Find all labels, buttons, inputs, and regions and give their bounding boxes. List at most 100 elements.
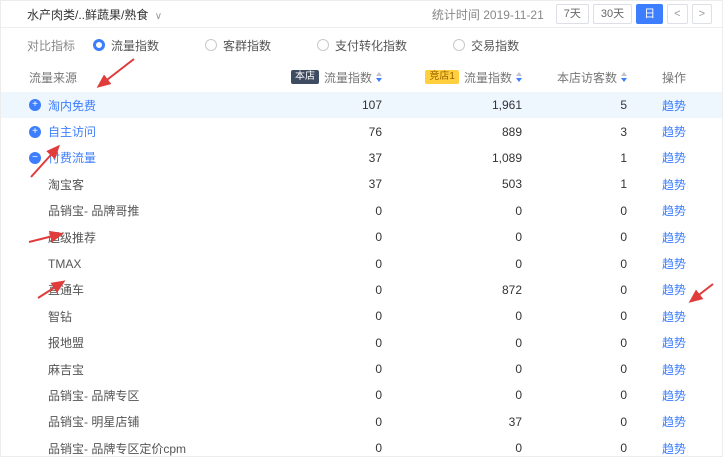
own-index-value: 0 (287, 336, 382, 350)
visitors-value: 0 (522, 204, 627, 218)
source-cell: 麻吉宝 (1, 361, 287, 378)
source-name: 品销宝- 品牌哥推 (48, 202, 139, 219)
trend-link[interactable]: 趋势 (662, 125, 686, 139)
own-index-value: 76 (287, 125, 382, 139)
competitor-metric-label: 流量指数 (464, 69, 512, 86)
radio-label: 交易指数 (471, 37, 519, 54)
source-cell: 智钻 (1, 308, 287, 325)
own-index-value: 107 (287, 98, 382, 112)
filter-label: 对比指标 (27, 37, 75, 54)
source-name: 超级推荐 (48, 229, 96, 246)
table-body: +淘内免费1071,9615趋势+自主访问768893趋势−付费流量371,08… (1, 92, 722, 461)
table-row: 品销宝- 明星店铺0370趋势 (1, 409, 722, 435)
actions-cell: 趋势 (627, 97, 722, 114)
competitor-index-value: 0 (382, 204, 522, 218)
metric-radio-option-3[interactable]: 交易指数 (453, 37, 519, 54)
chevron-down-icon: ∨ (155, 11, 162, 22)
competitor-badge: 竞店1 (425, 70, 459, 84)
competitor-index-value: 0 (382, 336, 522, 350)
traffic-source-table: 流量来源 本店 流量指数 竞店1 流量指数 本店访客数 操作 + 淘内免费 107 1… (1, 62, 722, 461)
actions-cell: 趋势 (627, 440, 722, 457)
trend-link[interactable]: 趋势 (662, 178, 686, 192)
category-breadcrumb[interactable]: 水产肉类/..鲜蔬果/熟食 ∨ (27, 6, 162, 23)
source-name: 报地盟 (48, 334, 84, 351)
trend-link[interactable]: 趋势 (662, 363, 686, 377)
own-index-value: 0 (287, 309, 382, 323)
source-cell: 品销宝- 明星店铺 (1, 413, 287, 430)
next-day-button[interactable]: > (692, 4, 712, 24)
table-header: 流量来源 本店 流量指数 竞店1 流量指数 本店访客数 操作 (1, 62, 722, 92)
range-button-1[interactable]: 30天 (593, 4, 632, 24)
trend-link[interactable]: 趋势 (662, 204, 686, 218)
competitor-index-value: 0 (382, 362, 522, 376)
source-cell: −付费流量 (1, 149, 287, 166)
metric-radio-option-0[interactable]: 流量指数 (93, 37, 159, 54)
table-row: 超级推荐000趋势 (1, 224, 722, 250)
header-actions: 操作 (627, 69, 722, 86)
range-buttons: 7天30天日 (556, 4, 663, 24)
range-button-0[interactable]: 7天 (556, 4, 589, 24)
source-cell: +自主访问 (1, 123, 287, 140)
own-index-value: 37 (287, 151, 382, 165)
trend-link[interactable]: 趋势 (662, 99, 686, 113)
competitor-index-value: 37 (382, 415, 522, 429)
actions-cell: 趋势 (627, 149, 722, 166)
trend-link[interactable]: 趋势 (662, 231, 686, 245)
visitors-value: 0 (522, 230, 627, 244)
header-competitor-index: 竞店1 流量指数 (382, 69, 522, 86)
expand-icon[interactable]: + (29, 126, 41, 138)
table-row: +自主访问768893趋势 (1, 118, 722, 144)
radio-label: 客群指数 (223, 37, 271, 54)
range-button-2[interactable]: 日 (636, 4, 663, 24)
metric-radio-option-2[interactable]: 支付转化指数 (317, 37, 407, 54)
source-name: 智钻 (48, 308, 72, 325)
expand-icon[interactable]: + (29, 99, 41, 111)
source-name: 品销宝- 品牌专区 (48, 387, 139, 404)
visitors-value: 1 (522, 177, 627, 191)
visitors-value: 0 (522, 309, 627, 323)
prev-day-button[interactable]: < (667, 4, 687, 24)
source-name: 麻吉宝 (48, 361, 84, 378)
competitor-index-value: 872 (382, 283, 522, 297)
source-cell: TMAX (1, 257, 287, 271)
table-row: 报地盟000趋势 (1, 330, 722, 356)
trend-link[interactable]: 趋势 (662, 283, 686, 297)
actions-cell: 趋势 (627, 281, 722, 298)
trend-link[interactable]: 趋势 (662, 389, 686, 403)
trend-link[interactable]: 趋势 (662, 310, 686, 324)
source-name: 付费流量 (48, 149, 96, 166)
own-index-value: 0 (287, 283, 382, 297)
radio-label: 流量指数 (111, 37, 159, 54)
source-cell: 品销宝- 品牌专区 (1, 387, 287, 404)
app-window: 水产肉类/..鲜蔬果/熟食 ∨ 统计时间 2019-11-21 7天30天日 <… (0, 0, 723, 457)
source-name: 品销宝- 明星店铺 (48, 413, 139, 430)
trend-link[interactable]: 趋势 (662, 415, 686, 429)
table-row: −付费流量371,0891趋势 (1, 145, 722, 171)
table-row: 品销宝- 品牌专区000趋势 (1, 382, 722, 408)
own-index-value: 37 (287, 177, 382, 191)
stat-time-label: 统计时间 2019-11-21 (432, 6, 544, 23)
own-index-value: 0 (287, 415, 382, 429)
source-name: 淘内免费 (48, 97, 96, 114)
own-index-value: 0 (287, 230, 382, 244)
table-row: 淘宝客 375031 趋势 (1, 171, 722, 197)
trend-link[interactable]: 趋势 (662, 442, 686, 456)
own-metric-label: 流量指数 (324, 69, 372, 86)
competitor-index-value: 0 (382, 309, 522, 323)
trend-link[interactable]: 趋势 (662, 257, 686, 271)
competitor-index-value: 503 (382, 177, 522, 191)
competitor-index-value: 0 (382, 441, 522, 455)
collapse-icon[interactable]: − (29, 152, 41, 164)
source-cell: 淘宝客 (1, 176, 287, 193)
header-source: 流量来源 (1, 69, 287, 86)
topbar: 水产肉类/..鲜蔬果/熟食 ∨ 统计时间 2019-11-21 7天30天日 <… (1, 1, 722, 28)
radio-icon (205, 39, 217, 51)
metric-radio-option-1[interactable]: 客群指数 (205, 37, 271, 54)
trend-link[interactable]: 趋势 (662, 336, 686, 350)
source-name: 淘宝客 (48, 176, 84, 193)
source-cell: 报地盟 (1, 334, 287, 351)
actions-cell: 趋势 (627, 255, 722, 272)
visitors-value: 0 (522, 257, 627, 271)
table-row: 品销宝- 品牌哥推000趋势 (1, 198, 722, 224)
trend-link[interactable]: 趋势 (662, 151, 686, 165)
